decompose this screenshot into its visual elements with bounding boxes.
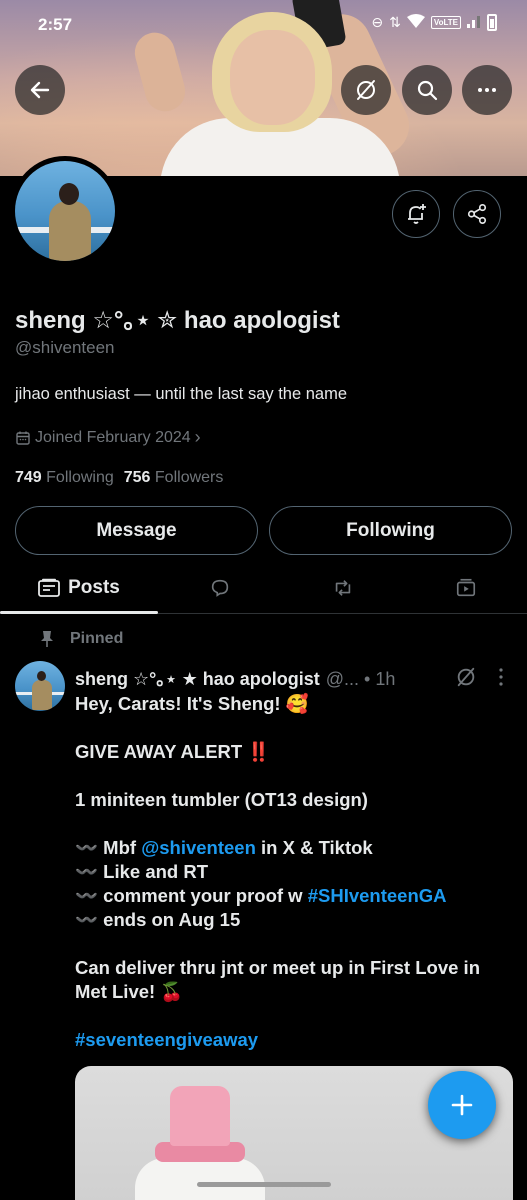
media-icon: [456, 578, 475, 597]
dnd-icon: ⊖: [371, 14, 384, 30]
signal-icon: [467, 14, 481, 31]
profile-tabs: Posts: [0, 562, 527, 614]
tab-media[interactable]: [404, 562, 527, 614]
joined-date[interactable]: Joined February 2024 ›: [15, 427, 201, 448]
search-icon: [417, 80, 438, 101]
followers-stat[interactable]: 756 Followers: [124, 469, 224, 487]
tweet-bullet: 〰️ comment your proof w #SHIventeenGA: [75, 884, 515, 908]
pinned-label-row: Pinned: [40, 630, 123, 648]
tweet-author-name[interactable]: sheng ☆°｡⋆ ★ hao apologist: [75, 665, 320, 691]
profile-handle: @shiventeen: [15, 338, 115, 357]
followers-label: Followers: [154, 469, 224, 486]
tweet-bullet: 〰️ Like and RT: [75, 861, 209, 882]
volte-badge: VoLTE: [430, 16, 461, 29]
grok-icon[interactable]: [455, 666, 477, 688]
share-icon: [467, 204, 487, 224]
tweet-body: Hey, Carats! It's Sheng! 🥰 GIVE AWAY ALE…: [75, 692, 515, 1052]
plus-icon: [451, 1094, 473, 1116]
status-time: 2:57: [38, 15, 73, 34]
bullet-text: 〰️ Mbf: [75, 837, 142, 858]
reply-icon: [211, 579, 229, 597]
pinned-text: Pinned: [70, 630, 124, 647]
more-icon: [478, 88, 496, 92]
battery-icon: [487, 14, 497, 31]
tab-reposts[interactable]: [282, 562, 404, 614]
follow-stats: 749 Following 756 Followers: [15, 469, 223, 487]
following-label: Following: [46, 469, 114, 486]
message-button[interactable]: Message: [15, 506, 258, 555]
arrow-left-icon: [30, 81, 50, 99]
status-bar: 2:57 ⊖ ⇅ VoLTE: [0, 0, 527, 52]
share-button[interactable]: [453, 190, 501, 238]
grok-icon: [357, 80, 375, 100]
hashtag-link[interactable]: #SHIventeenGA: [308, 885, 447, 906]
tweet-line: GIVE AWAY ALERT ‼️: [75, 741, 271, 762]
bullet-text: in X & Tiktok: [255, 837, 373, 858]
bell-plus-icon: [408, 204, 426, 224]
notify-button[interactable]: [392, 190, 440, 238]
tweet-line: Can deliver thru jnt or meet up in First…: [75, 957, 480, 978]
calendar-icon: [16, 431, 30, 445]
bullet-text: 〰️ comment your proof w: [75, 885, 308, 906]
avatar-person-head: [59, 183, 79, 205]
tweet-author-meta: @... • 1h: [325, 669, 396, 689]
posts-icon: [38, 578, 61, 597]
tweet-bullet: 〰️ ends on Aug 15: [75, 909, 241, 930]
profile-avatar[interactable]: [10, 156, 120, 266]
more-button[interactable]: [462, 65, 512, 115]
pin-icon: [41, 631, 53, 647]
data-arrows-icon: ⇅: [389, 14, 401, 30]
tweet-line: Hey, Carats! It's Sheng! 🥰: [75, 693, 309, 714]
hashtag-link[interactable]: #seventeengiveaway: [75, 1028, 515, 1052]
followers-count: 756: [123, 469, 151, 486]
compose-button[interactable]: [428, 1071, 496, 1139]
following-stat[interactable]: 749 Following: [15, 469, 114, 487]
tweet-avatar-head: [37, 671, 46, 681]
search-button[interactable]: [402, 65, 452, 115]
tumbler-cap: [170, 1086, 230, 1146]
tab-posts[interactable]: Posts: [0, 562, 158, 614]
joined-text: Joined February 2024: [35, 428, 191, 446]
repost-icon: [335, 580, 351, 596]
tab-replies[interactable]: [158, 562, 282, 614]
avatar-photo: [15, 161, 115, 261]
following-button[interactable]: Following: [269, 506, 512, 555]
active-tab-indicator: [0, 611, 158, 614]
chevron-right-icon: ›: [194, 427, 201, 447]
wifi-icon: [406, 14, 425, 31]
tab-posts-label: Posts: [68, 577, 120, 598]
gesture-bar[interactable]: [197, 1182, 331, 1187]
display-name: sheng ☆°｡⋆ ✮ hao apologist: [15, 307, 340, 334]
grok-button[interactable]: [341, 65, 391, 115]
tweet-line: 1 miniteen tumbler (OT13 design): [75, 789, 368, 810]
mention-link[interactable]: @shiventeen: [141, 837, 256, 858]
tweet-line: Met Live! 🍒: [75, 981, 184, 1002]
tweet-more-icon[interactable]: [496, 667, 506, 687]
tweet-header: sheng ☆°｡⋆ ★ hao apologist @... • 1h: [75, 665, 395, 691]
following-count: 749: [15, 469, 42, 486]
status-icons: ⊖ ⇅ VoLTE: [371, 14, 497, 31]
tweet-bullet: 〰️ Mbf @shiventeen in X & Tiktok: [75, 836, 515, 860]
profile-bio: jihao enthusiast — until the last say th…: [15, 385, 348, 403]
avatar-person-body: [49, 201, 91, 261]
tweet-avatar-body: [32, 680, 52, 710]
tumbler-body: [135, 1158, 265, 1200]
back-button[interactable]: [15, 65, 65, 115]
tweet-avatar[interactable]: [15, 661, 65, 711]
